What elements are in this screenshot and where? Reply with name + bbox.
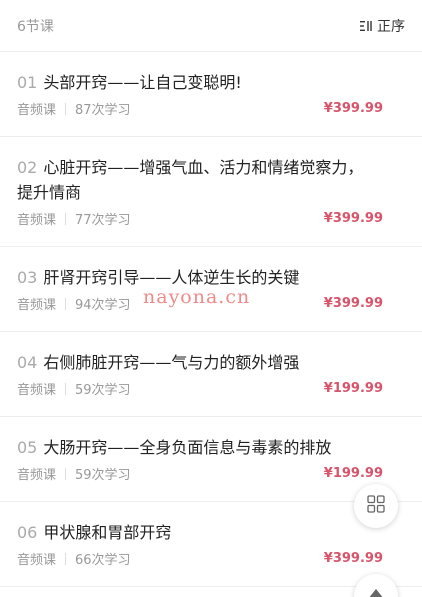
lesson-type: 音频课 — [17, 103, 57, 118]
lesson-meta: 音频课 87次学习 ¥399.99 — [17, 99, 405, 118]
lesson-title-text: 右侧肺脏开窍——气与力的额外增强 — [43, 353, 300, 372]
lesson-price: ¥199.99 — [323, 466, 383, 481]
lesson-meta: 音频课 77次学习 ¥399.99 — [17, 209, 405, 228]
lesson-title-text: 心脏开窍——增强气血、活力和情绪觉察力， — [43, 158, 364, 177]
lesson-price: ¥399.99 — [323, 551, 383, 566]
lesson-item[interactable]: 01 头部开窍——让自己变聪明! 音频课 87次学习 ¥399.99 — [0, 52, 422, 137]
lesson-views: 94次学习 — [75, 298, 131, 313]
lesson-meta: 音频课 66次学习 ¥399.99 — [17, 549, 405, 568]
lesson-type: 音频课 — [17, 213, 57, 228]
sort-label: 正序 — [377, 18, 405, 35]
lesson-price: ¥399.99 — [323, 101, 383, 116]
lesson-type: 音频课 — [17, 298, 57, 313]
lesson-views: 87次学习 — [75, 103, 131, 118]
lesson-meta: 音频课 59次学习 ¥199.99 — [17, 379, 405, 398]
lesson-item[interactable]: 02 心脏开窍——增强气血、活力和情绪觉察力， 提升情商 音频课 77次学习 ¥39… — [0, 137, 422, 247]
lesson-title-text-line2: 提升情商 — [17, 183, 82, 202]
lesson-title-text: 肝肾开窍引导——人体逆生长的关键 — [43, 268, 300, 287]
lesson-title: 05 大肠开窍——全身负面信息与毒素的排放 — [17, 435, 405, 460]
lesson-count: 6节课 — [17, 18, 54, 35]
lesson-type: 音频课 — [17, 468, 57, 483]
sort-toggle-button[interactable]: 正序 — [359, 16, 405, 36]
lesson-item[interactable]: 04 右侧肺脏开窍——气与力的额外增强 音频课 59次学习 ¥199.99 — [0, 332, 422, 417]
lesson-item[interactable]: 05 大肠开窍——全身负面信息与毒素的排放 音频课 59次学习 ¥199.99 — [0, 417, 422, 502]
lesson-number: 05 — [17, 438, 38, 457]
lesson-views: 66次学习 — [75, 553, 131, 568]
lesson-list-page: 6节课 正序 01 头部开窍——让自己变聪明! 音频课 87次学习 ¥399.9… — [0, 0, 422, 597]
lesson-title-text: 甲状腺和胃部开窍 — [43, 523, 172, 542]
sort-order-icon — [359, 19, 373, 33]
meta-divider — [65, 552, 67, 565]
lesson-title-text: 大肠开窍——全身负面信息与毒素的排放 — [43, 438, 332, 457]
scroll-top-icon — [367, 585, 385, 597]
meta-divider — [65, 212, 67, 225]
lesson-title: 01 头部开窍——让自己变聪明! — [17, 70, 405, 95]
meta-divider — [65, 102, 67, 115]
lesson-title-text: 头部开窍——让自己变聪明! — [43, 73, 242, 92]
lesson-views: 59次学习 — [75, 468, 131, 483]
lesson-meta: 音频课 59次学习 ¥199.99 — [17, 464, 405, 483]
lesson-number: 06 — [17, 523, 38, 542]
lesson-price: ¥399.99 — [323, 296, 383, 311]
lesson-type: 音频课 — [17, 383, 57, 398]
lesson-number: 02 — [17, 158, 38, 177]
lesson-number: 03 — [17, 268, 38, 287]
lesson-title: 02 心脏开窍——增强气血、活力和情绪觉察力， 提升情商 — [17, 155, 405, 205]
grid-icon — [367, 495, 385, 517]
lesson-title: 04 右侧肺脏开窍——气与力的额外增强 — [17, 350, 405, 375]
lesson-title: 06 甲状腺和胃部开窍 — [17, 520, 405, 545]
lesson-type: 音频课 — [17, 553, 57, 568]
lesson-number: 04 — [17, 353, 38, 372]
watermark: nayona.cn — [143, 286, 251, 308]
meta-divider — [65, 382, 67, 395]
grid-menu-button[interactable] — [354, 484, 398, 528]
lesson-price: ¥199.99 — [323, 381, 383, 396]
meta-divider — [65, 297, 67, 310]
list-header: 6节课 正序 — [0, 0, 422, 52]
lesson-number: 01 — [17, 73, 38, 92]
lesson-price: ¥399.99 — [323, 211, 383, 226]
lesson-views: 59次学习 — [75, 383, 131, 398]
lesson-views: 77次学习 — [75, 213, 131, 228]
meta-divider — [65, 467, 67, 480]
